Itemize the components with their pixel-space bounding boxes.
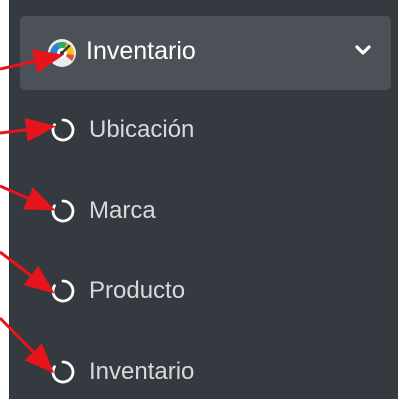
sidebar-item-label: Inventario bbox=[86, 37, 196, 65]
dashboard-gauge-icon bbox=[45, 35, 79, 69]
sidebar-subitem-label: Ubicación bbox=[89, 116, 195, 143]
sidebar-subitem-inventario[interactable]: Inventario bbox=[20, 343, 391, 399]
chevron-down-icon[interactable] bbox=[353, 40, 373, 60]
circle-outline-icon bbox=[50, 359, 76, 385]
sidebar-item-inventario[interactable]: Inventario bbox=[20, 16, 391, 90]
sidebar-nav: Inventario Ubicación Marca Producto Inve… bbox=[9, 0, 398, 399]
sidebar-subitem-label: Producto bbox=[89, 277, 186, 304]
sidebar-subitem-ubicacion[interactable]: Ubicación bbox=[20, 101, 391, 163]
sidebar-subitem-label: Marca bbox=[89, 197, 156, 224]
sidebar-subitem-producto[interactable]: Producto bbox=[20, 262, 391, 324]
circle-outline-icon bbox=[50, 278, 76, 304]
circle-outline-icon bbox=[50, 117, 76, 143]
circle-outline-icon bbox=[50, 198, 76, 224]
sidebar-subitem-marca[interactable]: Marca bbox=[20, 182, 391, 244]
screenshot-stage: Inventario Ubicación Marca Producto Inve… bbox=[0, 0, 398, 399]
sidebar-subitem-label: Inventario bbox=[89, 358, 195, 385]
